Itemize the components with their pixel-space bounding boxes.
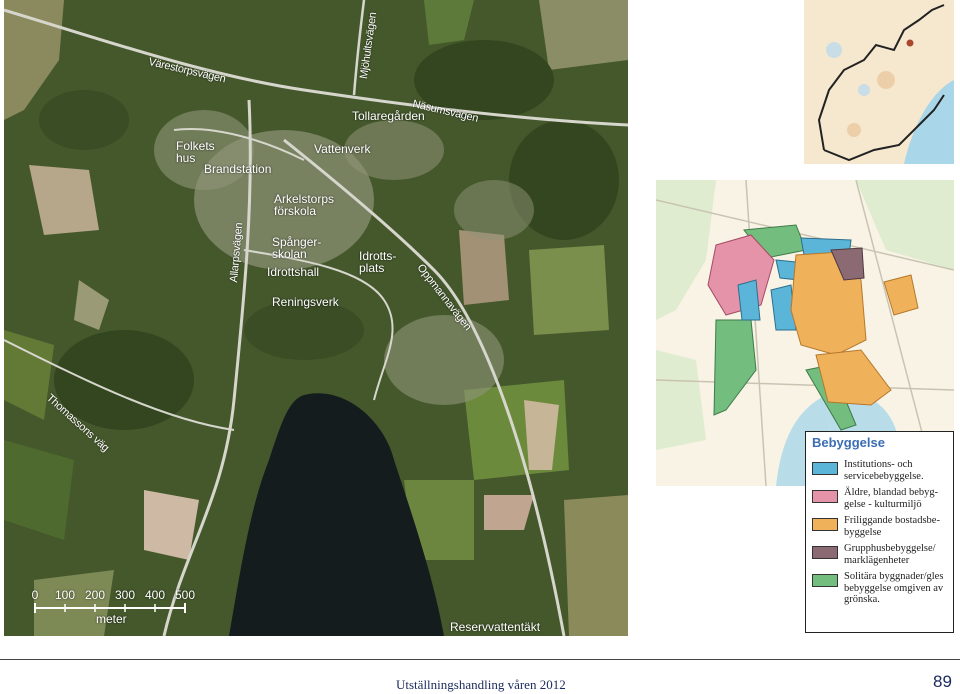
legend-label: Friliggande bostadsbe- byggelse [844, 515, 940, 538]
place-label-tollaregarden: Tollaregården [352, 109, 425, 123]
legend: Bebyggelse Institutions- och servicebeby… [805, 431, 954, 633]
page-number: 89 [933, 672, 952, 691]
legend-swatch [812, 574, 838, 587]
place-label-brandstation: Brandstation [204, 162, 272, 176]
legend-swatch [812, 462, 838, 475]
legend-label: Äldre, blandad bebyg- gelse - kulturmilj… [844, 487, 939, 510]
place-label-idrottsplats: Idrotts- plats [359, 249, 397, 275]
place-label-vattenverk: Vattenverk [314, 142, 371, 156]
legend-item-detached: Friliggande bostadsbe- byggelse [812, 515, 947, 538]
aerial-imagery [4, 0, 628, 636]
legend-swatch [812, 490, 838, 503]
aerial-photo-map: Värestorpsvägen Mjöhultsvägen Tollaregår… [4, 0, 628, 636]
locator-inset-map [804, 0, 954, 164]
legend-item-institutions: Institutions- och servicebebyggelse. [812, 459, 947, 482]
legend-label: Institutions- och servicebebyggelse. [844, 459, 924, 482]
footer-text: Utställningshandling våren 2012 [396, 677, 566, 692]
place-label-reservvattentakt: Reservvattentäkt [450, 620, 541, 634]
legend-label: Solitära byggnader/gles bebyggelse omgiv… [844, 571, 944, 605]
place-label-folkets-hus: Folkets hus [176, 139, 215, 165]
legend-swatch [812, 546, 838, 559]
place-label-idrottshall: Idrottshall [267, 265, 320, 279]
place-label-reningsverk: Reningsverk [272, 295, 339, 309]
place-label-arkelstorps-forskola: Arkelstorps förskola [274, 192, 335, 218]
legend-item-terraced: Grupphusbebyggelse/ marklägenheter [812, 543, 947, 566]
legend-item-solitary: Solitära byggnader/gles bebyggelse omgiv… [812, 571, 947, 606]
legend-swatch [812, 518, 838, 531]
place-label-spangerskolan: Spånger- skolan [272, 235, 322, 261]
legend-label: Grupphusbebyggelse/ marklägenheter [844, 543, 936, 566]
legend-title: Bebyggelse [812, 435, 885, 450]
footer-divider [0, 659, 960, 660]
legend-item-older-mixed: Äldre, blandad bebyg- gelse - kulturmilj… [812, 487, 947, 510]
locator-map-graphic [804, 0, 954, 164]
scale-bar: 0 100 200 300 400 500 meter [30, 588, 210, 634]
scale-unit-label: meter [96, 612, 127, 626]
